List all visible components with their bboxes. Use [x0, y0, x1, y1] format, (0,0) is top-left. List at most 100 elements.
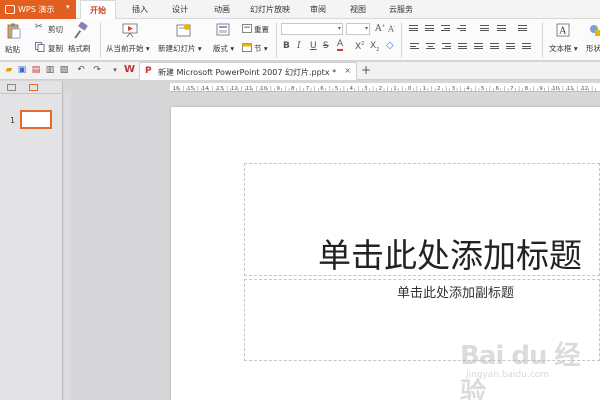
text-direction-icon[interactable]: [497, 25, 506, 33]
reset-icon: [242, 24, 252, 33]
ruler-label: 5: [481, 86, 485, 92]
align-left-icon[interactable]: [410, 43, 419, 51]
ruler-label: 1: [422, 86, 426, 92]
document-type-icon: P: [145, 66, 152, 76]
align-text-bottom-icon[interactable]: [522, 43, 531, 51]
copy-button[interactable]: 复制: [48, 43, 63, 54]
superscript-icon[interactable]: X2: [355, 41, 364, 52]
align-right-icon[interactable]: [442, 43, 451, 51]
bold-icon[interactable]: B: [283, 41, 290, 51]
folder-open-icon[interactable]: ▰: [4, 65, 14, 75]
line-spacing-icon[interactable]: [480, 25, 489, 33]
tab-animation[interactable]: 动画: [208, 0, 236, 19]
font-name-select[interactable]: ▾: [281, 23, 343, 35]
ruler-label: 9: [539, 86, 543, 92]
close-icon[interactable]: ×: [344, 66, 351, 75]
format-painter-button[interactable]: 格式刷: [68, 43, 91, 54]
ruler-label: 0: [408, 86, 412, 92]
italic-icon[interactable]: I: [297, 41, 301, 51]
cut-button[interactable]: 剪切: [48, 24, 63, 35]
export-pdf-icon[interactable]: ▤: [31, 65, 41, 75]
app-menu-button[interactable]: WPS 演示 ▾: [0, 0, 76, 19]
justify-icon[interactable]: [458, 43, 467, 51]
distribute-icon[interactable]: [474, 43, 483, 51]
ribbon: 粘贴 ✂ 剪切 复制 格式刷 从当前开始 ▾ 新建幻灯片 ▾ 版式 ▾ 重置 节…: [0, 19, 600, 61]
tab-home[interactable]: 开始: [80, 0, 116, 19]
columns-icon[interactable]: [518, 25, 527, 33]
ruler-label: 3: [364, 86, 368, 92]
ruler-label: 16: [173, 86, 180, 92]
text-box-label: 文本框: [549, 44, 572, 53]
ruler-label: 1: [393, 86, 397, 92]
ruler-label: 6: [495, 86, 499, 92]
print-preview-icon[interactable]: ▧: [59, 65, 69, 75]
slide-number: 1: [10, 116, 16, 125]
tab-cloud-service[interactable]: 云服务: [383, 0, 419, 19]
ruler-ticks: 16 15 14 13 12 11 10 9 8 7 6 5 4 3 2 1 0 1 2 3 4 5 6 7 8 9 10 11 12: [173, 86, 596, 92]
redo-icon[interactable]: ↷: [92, 65, 102, 75]
subscript-icon[interactable]: X2: [370, 41, 379, 53]
align-text-top-icon[interactable]: [490, 43, 499, 51]
subtitle-placeholder-text: 单击此处添加副标题: [397, 286, 515, 301]
ruler-label: 8: [291, 86, 295, 92]
section-label: 节: [254, 44, 262, 53]
layout-label: 版式: [213, 44, 228, 53]
ruler-label: 4: [466, 86, 470, 92]
ribbon-divider: [401, 22, 402, 58]
paste-icon: [7, 23, 21, 39]
increase-indent-icon[interactable]: [457, 25, 466, 33]
bullet-list-icon[interactable]: [409, 25, 418, 33]
app-name: WPS 演示: [18, 5, 55, 14]
document-tab[interactable]: P 新建 Microsoft PowerPoint 2007 幻灯片.pptx …: [139, 62, 357, 80]
ruler-label: 10: [260, 86, 267, 92]
baidu-watermark: Bai du 经验 jingyan.baidu.com: [460, 335, 600, 400]
menu-bar: WPS 演示 ▾ 开始 插入 设计 动画 幻灯片放映 审阅 视图 云服务: [0, 0, 600, 19]
ruler-label: 8: [525, 86, 529, 92]
font-size-select[interactable]: ▾: [346, 23, 370, 35]
slides-view-icon[interactable]: [29, 84, 38, 91]
align-text-middle-icon[interactable]: [506, 43, 515, 51]
tab-design[interactable]: 设计: [166, 0, 194, 19]
clear-format-icon[interactable]: ◇: [386, 40, 394, 51]
ruler-label: 5: [335, 86, 339, 92]
from-current-label: 从当前开始: [106, 44, 144, 53]
align-center-icon[interactable]: [426, 43, 435, 51]
new-slide-button[interactable]: 新建幻灯片 ▾: [158, 43, 202, 54]
shape-button[interactable]: 形状: [586, 43, 600, 54]
shrink-font-icon[interactable]: A-: [388, 24, 395, 34]
ruler-label: 10: [552, 86, 559, 92]
paste-button[interactable]: 粘贴: [3, 22, 25, 58]
shadow-text-icon[interactable]: A: [337, 40, 344, 51]
grow-font-icon[interactable]: A+: [375, 23, 386, 34]
strikethrough-icon[interactable]: S: [323, 41, 329, 51]
underline-icon[interactable]: U: [310, 41, 317, 51]
from-current-button[interactable]: 从当前开始 ▾: [106, 43, 150, 54]
new-tab-button[interactable]: +: [361, 63, 371, 77]
print-icon[interactable]: ▥: [45, 65, 55, 75]
undo-icon[interactable]: ↶: [76, 65, 86, 75]
save-icon[interactable]: ▣: [17, 65, 27, 75]
svg-text:A: A: [559, 27, 567, 37]
caret-down-icon: ▾: [66, 3, 70, 11]
watermark-url: jingyan.baidu.com: [466, 370, 550, 380]
numbered-list-icon[interactable]: [425, 25, 434, 33]
decrease-indent-icon[interactable]: [441, 25, 450, 33]
tab-view[interactable]: 视图: [344, 0, 372, 19]
tab-slideshow[interactable]: 幻灯片放映: [246, 0, 294, 19]
slide-thumbnail[interactable]: [20, 110, 52, 129]
dropdown-icon[interactable]: ▾: [110, 65, 120, 75]
outline-view-icon[interactable]: [7, 84, 16, 91]
ruler-label: 7: [306, 86, 310, 92]
reset-button[interactable]: 重置: [254, 24, 269, 35]
ruler-label: 14: [202, 86, 209, 92]
tab-review[interactable]: 审阅: [304, 0, 332, 19]
ruler-label: 13: [216, 86, 223, 92]
tab-insert[interactable]: 插入: [126, 0, 154, 19]
new-slide-icon: [176, 24, 191, 37]
section-button[interactable]: 节 ▾: [254, 43, 268, 54]
layout-button[interactable]: 版式 ▾: [213, 43, 234, 54]
watermark-brand: Bai du 经验: [460, 341, 581, 400]
copy-icon: [35, 42, 45, 52]
scissors-icon: ✂: [35, 22, 43, 32]
text-box-button[interactable]: 文本框 ▾: [549, 43, 578, 54]
